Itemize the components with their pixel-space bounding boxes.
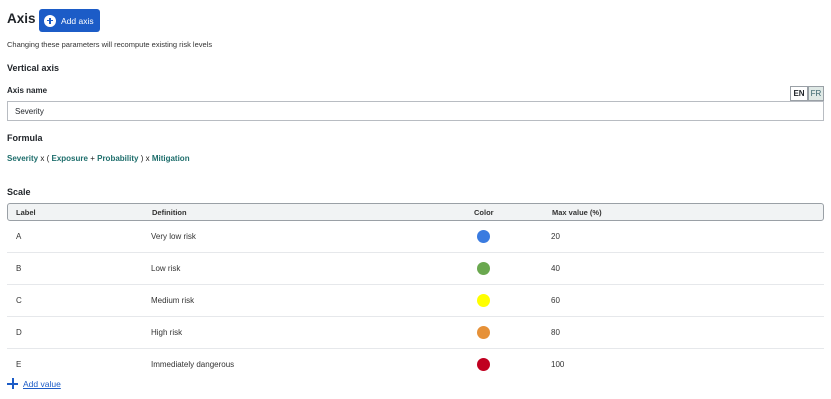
row-max-value: 20 — [551, 232, 560, 241]
row-max-value: 100 — [551, 360, 565, 369]
row-definition: High risk — [151, 328, 183, 337]
row-definition: Medium risk — [151, 296, 195, 305]
vertical-axis-heading: Vertical axis — [7, 63, 60, 73]
table-row: B Low risk 40 — [7, 253, 824, 285]
color-swatch[interactable] — [477, 230, 490, 243]
formula-term-probability[interactable]: Probability — [97, 154, 138, 163]
row-label: E — [16, 360, 22, 369]
add-axis-label: Add axis — [61, 15, 94, 26]
color-swatch[interactable] — [477, 294, 490, 307]
table-row: E Immediately dangerous 100 — [7, 349, 824, 381]
plus-circle-icon — [44, 14, 56, 27]
row-label: C — [16, 296, 22, 305]
formula-term-mitigation[interactable]: Mitigation — [152, 154, 190, 163]
language-tab-fr[interactable]: FR — [808, 86, 824, 101]
row-label: B — [16, 264, 22, 273]
row-definition: Immediately dangerous — [151, 360, 235, 369]
formula-term-exposure[interactable]: Exposure — [52, 154, 88, 163]
add-value-link[interactable]: Add value — [23, 379, 61, 389]
row-max-value: 40 — [551, 264, 560, 273]
add-value-button[interactable]: Add value — [7, 378, 61, 389]
formula-term-severity[interactable]: Severity — [7, 154, 38, 163]
column-header-definition: Definition — [152, 208, 187, 217]
column-header-max-value: Max value (%) — [552, 208, 602, 217]
row-definition: Very low risk — [151, 232, 196, 241]
plus-icon — [7, 378, 18, 389]
table-row: C Medium risk 60 — [7, 285, 824, 317]
formula-operator: + — [90, 154, 95, 163]
axis-name-label: Axis name — [7, 86, 48, 95]
row-max-value: 80 — [551, 328, 560, 337]
color-swatch[interactable] — [477, 262, 490, 275]
scale-heading: Scale — [7, 187, 31, 197]
column-header-color: Color — [474, 208, 494, 217]
formula-expression: Severity x ( Exposure + Probability ) x … — [7, 154, 190, 163]
add-axis-button[interactable]: Add axis — [39, 9, 100, 32]
language-tab-en[interactable]: EN — [790, 86, 808, 101]
color-swatch[interactable] — [477, 326, 490, 339]
page-subtitle: Changing these parameters will recompute… — [7, 40, 213, 49]
color-swatch[interactable] — [477, 358, 490, 371]
table-row: D High risk 80 — [7, 317, 824, 349]
axis-name-input[interactable]: Severity — [7, 101, 824, 121]
row-max-value: 60 — [551, 296, 560, 305]
page-title: Axis — [7, 11, 36, 26]
row-label: A — [16, 232, 22, 241]
row-definition: Low risk — [151, 264, 181, 273]
table-row: A Very low risk 20 — [7, 221, 824, 253]
scale-table-header: Label Definition Color Max value (%) — [7, 203, 824, 221]
row-label: D — [16, 328, 22, 337]
column-header-label: Label — [16, 208, 36, 217]
formula-operator: x ( — [40, 154, 50, 163]
formula-heading: Formula — [7, 133, 43, 143]
formula-operator: ) x — [140, 154, 150, 163]
